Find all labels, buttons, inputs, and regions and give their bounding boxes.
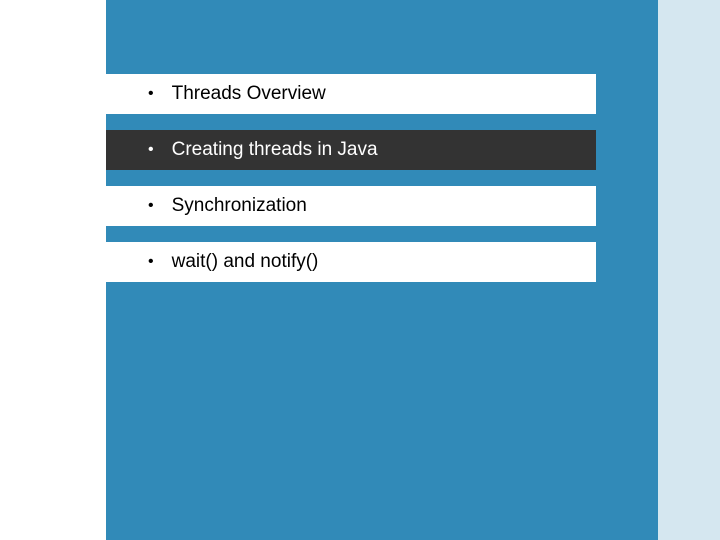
agenda-item-label: Creating threads in Java [172, 139, 378, 161]
slide-container: • Threads Overview • Creating threads in… [0, 0, 720, 540]
agenda-item-synchronization: • Synchronization [106, 186, 596, 226]
agenda-item-creating-threads: • Creating threads in Java [106, 130, 596, 170]
agenda-item-threads-overview: • Threads Overview [106, 74, 596, 114]
bullet-icon: • [148, 85, 154, 103]
agenda-item-label: wait() and notify() [172, 251, 319, 273]
bullet-icon: • [148, 253, 154, 271]
agenda-item-label: Synchronization [172, 195, 307, 217]
agenda-item-wait-notify: • wait() and notify() [106, 242, 596, 282]
right-accent-panel [658, 0, 720, 540]
agenda-item-label: Threads Overview [172, 83, 326, 105]
top-left-white-bar [0, 0, 106, 55]
bullet-icon: • [148, 197, 154, 215]
bullet-icon: • [148, 141, 154, 159]
